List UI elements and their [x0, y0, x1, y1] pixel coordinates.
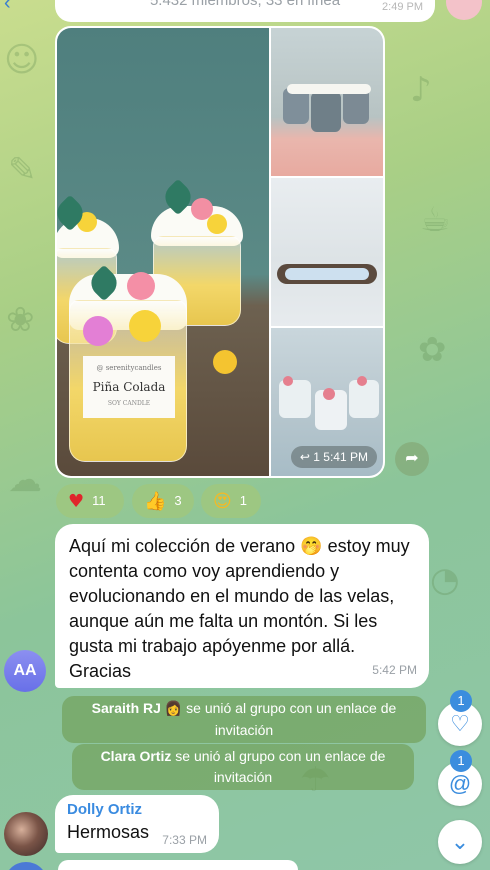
decor-pineapple [213, 350, 237, 374]
background-doodle: ☁ [8, 460, 42, 500]
scroll-down-button[interactable]: ⌄ [438, 820, 482, 864]
share-icon[interactable]: ➦ [395, 442, 429, 476]
heart-icon: ♥ [68, 490, 85, 512]
avatar[interactable] [4, 812, 48, 856]
background-doodle: ♪ [410, 70, 432, 110]
group-avatar[interactable] [446, 0, 482, 20]
reaction-count: 3 [174, 493, 182, 508]
photo-candles-main[interactable]: @ serenitycandles Piña Colada SOY CANDLE [57, 28, 269, 476]
chevron-down-icon: ⌄ [450, 829, 470, 854]
message-text-rest: muy contenta como voy aprendiendo y evol… [69, 536, 410, 681]
avatar[interactable]: AA [4, 650, 46, 692]
service-message-join: Saraith RJ 👩 se unió al grupo con un enl… [62, 696, 426, 743]
candle-sublabel: SOY CANDLE [107, 400, 151, 407]
service-user-name[interactable]: Saraith RJ [92, 700, 161, 716]
service-user-name[interactable]: Clara Ortiz [101, 748, 172, 764]
shy-face-icon: 🤭 [300, 536, 323, 557]
heart-eyes-icon: 😍 [213, 490, 232, 512]
background-doodle: ☺ [4, 40, 40, 80]
background-doodle: ✿ [418, 330, 447, 370]
message-text-start: Aquí mi colección de verano [69, 536, 296, 556]
photo-album[interactable]: @ serenitycandles Piña Colada SOY CANDLE… [55, 26, 385, 478]
sender-name[interactable]: Dolly Ortiz [67, 801, 207, 819]
thumbs-up-icon: 👍 [144, 490, 167, 512]
service-text: se unió al grupo con un enlace de invita… [186, 700, 397, 738]
background-doodle: ❀ [6, 300, 35, 340]
reply-icon: ↩ [299, 450, 310, 464]
candle-label: Piña Colada [92, 380, 166, 394]
mentions-badge: 1 [450, 750, 472, 772]
message-time: 5:42 PM [372, 663, 417, 677]
photo-candles-trio[interactable] [271, 28, 383, 176]
album-badge-count: 1 [313, 450, 320, 464]
reaction-heart[interactable]: ♥ 11 [56, 484, 124, 518]
background-doodle: ☕ [420, 200, 451, 240]
album-badge-time: 5:41 PM [323, 450, 368, 464]
background-doodle: ◔ [430, 560, 460, 600]
reaction-heart-eyes[interactable]: 😍 1 [201, 484, 261, 518]
reaction-thumbs-up[interactable]: 👍 3 [132, 484, 194, 518]
message-time: 7:33 PM [162, 833, 207, 847]
service-message-join: Clara Ortiz se unió al grupo con un enla… [72, 744, 414, 790]
message-bubble-partial[interactable] [58, 860, 298, 870]
message-bubble[interactable]: Aquí mi colección de verano 🤭 estoy muy … [55, 524, 429, 688]
chat-subtitle: 5.432 miembros, 33 en línea [149, 0, 341, 9]
background-doodle: ✎ [8, 150, 37, 190]
candle-brand: @ serenitycandles [96, 364, 162, 372]
woman-icon: 👩 [164, 701, 183, 717]
service-text: se unió al grupo con un enlace de invita… [175, 748, 386, 785]
album-badge: ↩ 1 5:41 PM [290, 446, 377, 468]
message-text-end: estoy [322, 536, 371, 556]
avatar[interactable] [4, 862, 48, 870]
header-time: 2:49 PM [382, 1, 423, 13]
photo-candles-shells[interactable]: ↩ 1 5:41 PM [271, 328, 383, 476]
reactions-badge: 1 [450, 690, 472, 712]
back-arrow-icon[interactable]: ‹ [4, 0, 11, 15]
message-bubble[interactable]: Dolly Ortiz Hermosas 7:33 PM [55, 795, 219, 853]
reaction-count: 11 [92, 493, 106, 508]
reaction-count: 1 [239, 493, 247, 508]
chat-header[interactable]: 5.432 miembros, 33 en línea 2:49 PM [55, 0, 435, 22]
photo-tray-candle[interactable] [271, 178, 383, 326]
